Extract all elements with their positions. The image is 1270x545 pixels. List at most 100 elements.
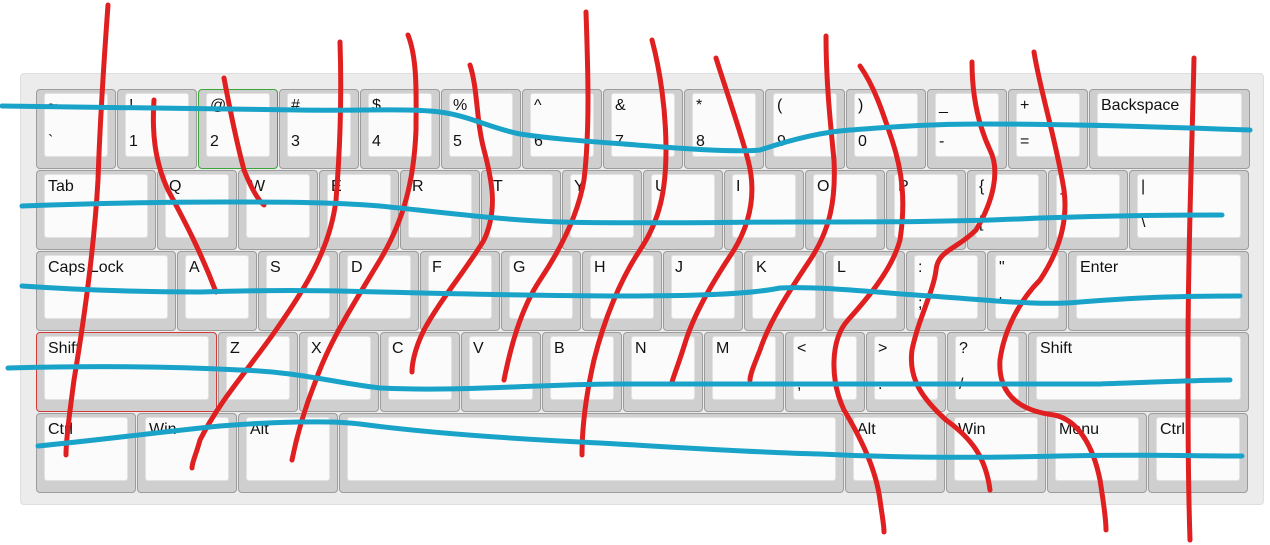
- key-space[interactable]: >.: [866, 332, 946, 412]
- key-base-label: ]: [1060, 214, 1065, 231]
- key-label: R: [412, 178, 424, 195]
- key-caps-lock[interactable]: Caps Lock: [36, 251, 176, 331]
- key-label: Menu: [1059, 421, 1100, 438]
- key-z[interactable]: Z: [218, 332, 298, 412]
- key-shift-label: |: [1141, 178, 1146, 195]
- key-label: F: [432, 259, 442, 276]
- key-label: H: [594, 259, 606, 276]
- key-backspace[interactable]: Backspace: [1089, 89, 1250, 169]
- key-space[interactable]: {[: [967, 170, 1047, 250]
- key-shift[interactable]: Shift: [36, 332, 217, 412]
- key-u[interactable]: U: [643, 170, 723, 250]
- key-3[interactable]: #3: [279, 89, 359, 169]
- key-label: A: [189, 259, 200, 276]
- key-shift-label: ": [999, 259, 1005, 276]
- key-shift-label: !: [129, 97, 134, 114]
- key-label: B: [554, 340, 565, 357]
- key-p[interactable]: P: [886, 170, 966, 250]
- key-s[interactable]: S: [258, 251, 338, 331]
- key-r[interactable]: R: [400, 170, 480, 250]
- key-space[interactable]: + =: [1008, 89, 1088, 169]
- key-label: S: [270, 259, 281, 276]
- key-2[interactable]: @2: [198, 89, 278, 169]
- key-space[interactable]: _ -: [927, 89, 1007, 169]
- key-h[interactable]: H: [582, 251, 662, 331]
- key-shift-label: _: [939, 97, 948, 114]
- key-ctrl[interactable]: Ctrl: [36, 413, 136, 493]
- key-1[interactable]: ! 1: [117, 89, 197, 169]
- key-4[interactable]: $4: [360, 89, 440, 169]
- key-n[interactable]: N: [623, 332, 703, 412]
- key-x[interactable]: X: [299, 332, 379, 412]
- key-label: W: [250, 178, 266, 195]
- key-0[interactable]: ) 0: [846, 89, 926, 169]
- key-label: Y: [574, 178, 585, 195]
- key-label: Shift: [48, 340, 81, 357]
- key-m[interactable]: M: [704, 332, 784, 412]
- key-q[interactable]: Q: [157, 170, 237, 250]
- key-label: J: [675, 259, 683, 276]
- key-label: C: [392, 340, 404, 357]
- key-f[interactable]: F: [420, 251, 500, 331]
- key-8[interactable]: * 8: [684, 89, 764, 169]
- key-label: Ctrl: [48, 421, 73, 438]
- key-alt[interactable]: Alt: [238, 413, 338, 493]
- key-shift-label: &: [615, 97, 626, 114]
- key-label: E: [331, 178, 342, 195]
- key-b[interactable]: B: [542, 332, 622, 412]
- key-t[interactable]: T: [481, 170, 561, 250]
- key-j[interactable]: J: [663, 251, 743, 331]
- key-label: Backspace: [1101, 97, 1180, 114]
- key-9[interactable]: (9: [765, 89, 845, 169]
- key-space[interactable]: [339, 413, 844, 493]
- key-space[interactable]: " ': [987, 251, 1067, 331]
- key-space[interactable]: ? /: [947, 332, 1027, 412]
- key-space[interactable]: <,: [785, 332, 865, 412]
- key-label: Q: [169, 178, 182, 195]
- key-shift-label: $: [372, 97, 381, 114]
- key-y[interactable]: Y: [562, 170, 642, 250]
- key-win[interactable]: Win: [946, 413, 1046, 493]
- key-label: L: [837, 259, 846, 276]
- key-c[interactable]: C: [380, 332, 460, 412]
- key-base-label: 2: [210, 133, 219, 150]
- key-label: N: [635, 340, 647, 357]
- key-alt[interactable]: Alt: [845, 413, 945, 493]
- key-shift-label: }: [1060, 178, 1066, 195]
- key-g[interactable]: G: [501, 251, 581, 331]
- key-label: K: [756, 259, 767, 276]
- key-base-label: .: [878, 376, 883, 393]
- keyboard: ~ `! 1 @2 #3 $4% 5 ^ 6 & 7 * 8(9) 0 _ - + = Backspace Tab Q W…: [20, 73, 1264, 505]
- key-v[interactable]: V: [461, 332, 541, 412]
- key-l[interactable]: L: [825, 251, 905, 331]
- key-d[interactable]: D: [339, 251, 419, 331]
- key-base-label: ;: [918, 295, 923, 312]
- key-shift[interactable]: Shift: [1028, 332, 1249, 412]
- key-a[interactable]: A: [177, 251, 257, 331]
- key-o[interactable]: O: [805, 170, 885, 250]
- key-w[interactable]: W: [238, 170, 318, 250]
- key-enter[interactable]: Enter: [1068, 251, 1249, 331]
- key-7[interactable]: & 7: [603, 89, 683, 169]
- key-6[interactable]: ^ 6: [522, 89, 602, 169]
- key-base-label: 7: [615, 133, 624, 150]
- key-space[interactable]: }]: [1048, 170, 1128, 250]
- key-5[interactable]: % 5: [441, 89, 521, 169]
- key-win[interactable]: Win: [137, 413, 237, 493]
- key-base-label: `: [48, 133, 54, 150]
- key-menu[interactable]: Menu: [1047, 413, 1147, 493]
- keycap: [1137, 174, 1241, 238]
- key-label: D: [351, 259, 363, 276]
- key-ctrl[interactable]: Ctrl: [1148, 413, 1248, 493]
- key-space[interactable]: :;: [906, 251, 986, 331]
- key-base-label: [: [979, 214, 984, 231]
- key-space[interactable]: ~ `: [36, 89, 116, 169]
- key-k[interactable]: K: [744, 251, 824, 331]
- key-base-label: -: [939, 133, 945, 150]
- key-space[interactable]: | \: [1129, 170, 1249, 250]
- key-base-label: /: [959, 376, 964, 393]
- key-i[interactable]: I: [724, 170, 804, 250]
- key-shift-label: ~: [48, 97, 58, 114]
- key-e[interactable]: E: [319, 170, 399, 250]
- key-tab[interactable]: Tab: [36, 170, 156, 250]
